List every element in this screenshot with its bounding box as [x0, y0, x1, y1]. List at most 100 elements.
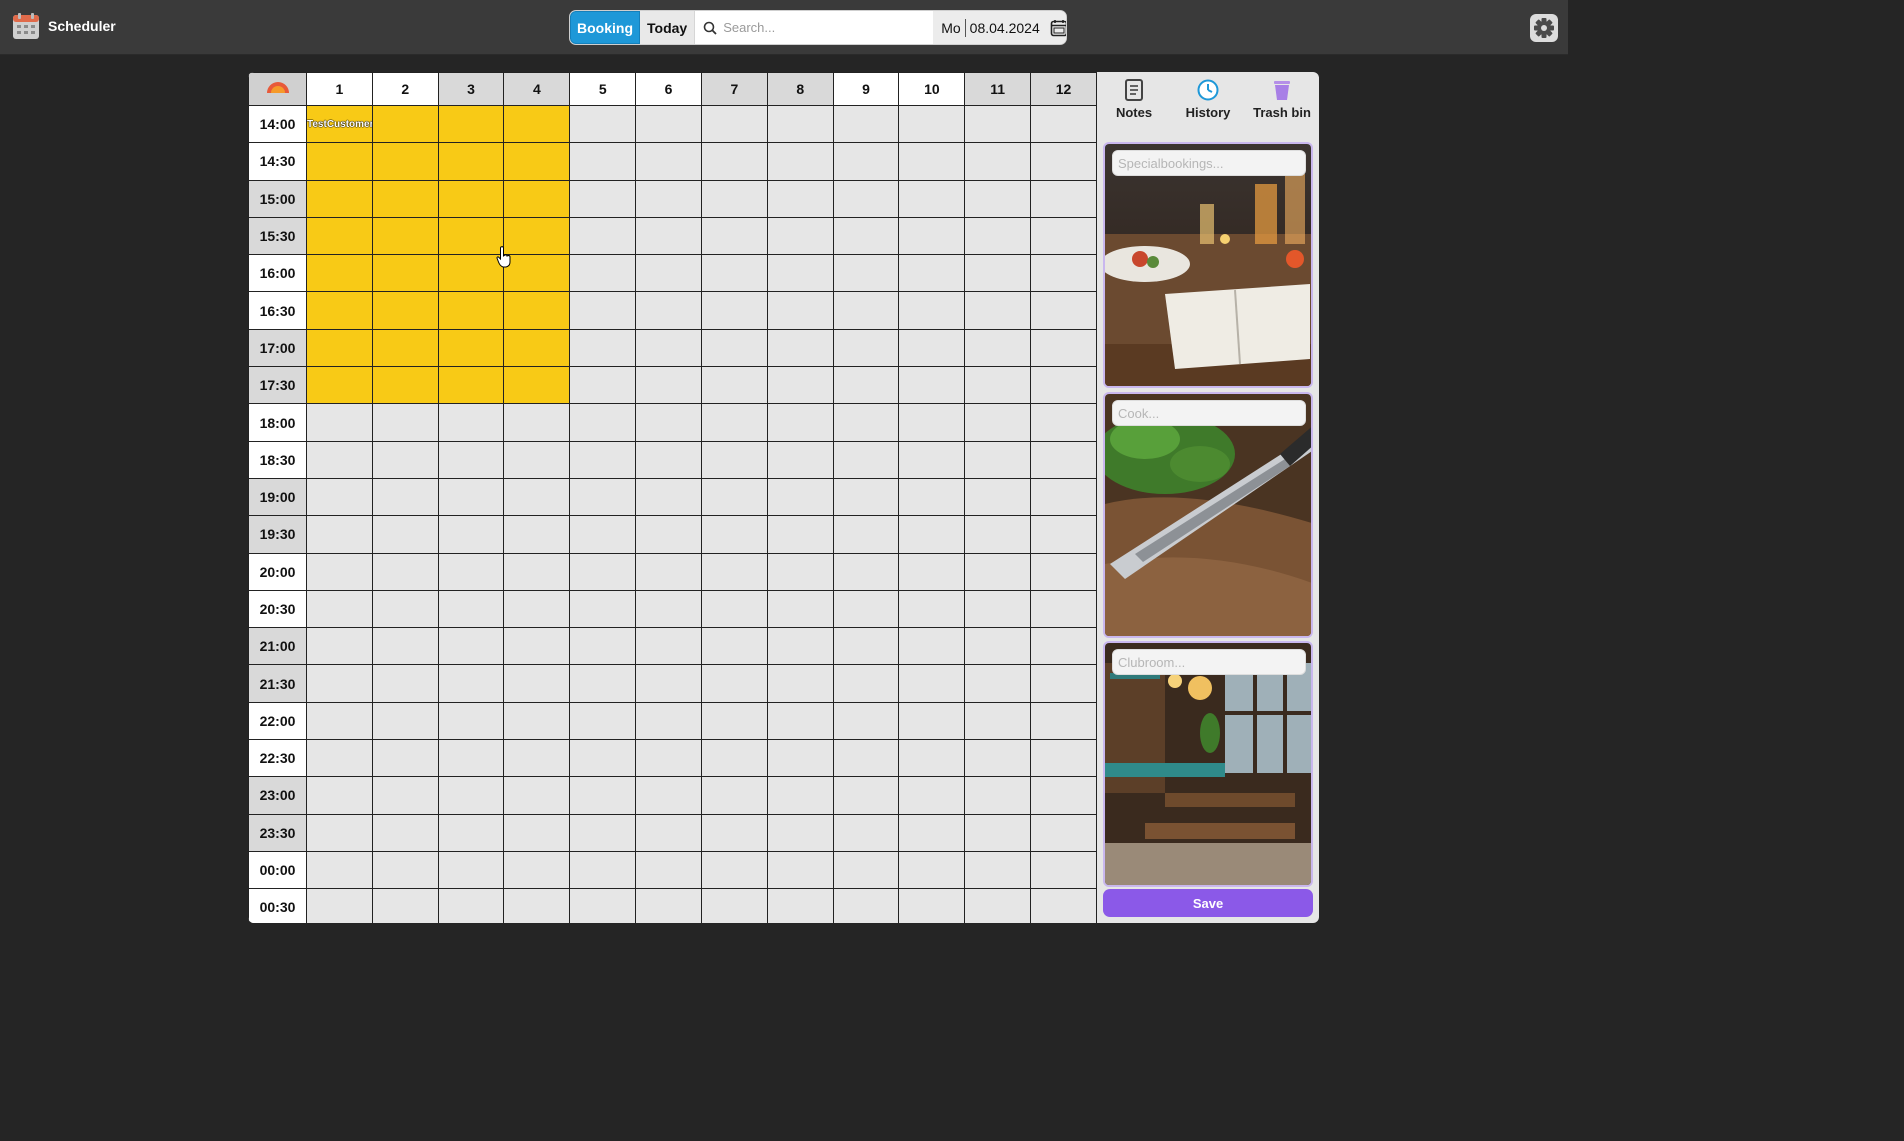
tab-trash-bin[interactable]: Trash bin — [1250, 78, 1314, 136]
slot-cell[interactable] — [437, 515, 505, 554]
slot-cell[interactable] — [569, 739, 637, 778]
slot-cell[interactable] — [503, 589, 571, 629]
slot-cell[interactable] — [700, 515, 768, 554]
slot-cell[interactable] — [635, 589, 702, 629]
calendar-icon[interactable] — [1050, 19, 1067, 37]
slot-cell[interactable] — [766, 888, 834, 923]
slot-cell[interactable] — [635, 552, 702, 591]
slot-cell[interactable] — [964, 440, 1032, 479]
slot-cell[interactable] — [371, 515, 439, 554]
slot-cell[interactable] — [766, 477, 834, 517]
slot-cell[interactable] — [635, 813, 702, 852]
slot-cell[interactable] — [964, 403, 1032, 442]
slot-cell[interactable] — [371, 701, 439, 741]
slot-cell[interactable] — [700, 701, 768, 741]
booked-slot-cell[interactable] — [371, 142, 439, 181]
slot-cell[interactable] — [503, 627, 571, 666]
slot-cell[interactable] — [306, 440, 373, 479]
slot-cell[interactable] — [832, 739, 900, 778]
slot-cell[interactable] — [635, 515, 702, 554]
slot-cell[interactable] — [635, 328, 702, 368]
slot-cell[interactable] — [964, 254, 1032, 293]
slot-cell[interactable] — [700, 664, 768, 703]
slot-cell[interactable] — [832, 776, 900, 815]
slot-cell[interactable] — [437, 403, 505, 442]
slot-cell[interactable] — [306, 888, 373, 923]
booked-slot-cell[interactable] — [437, 216, 505, 256]
slot-cell[interactable] — [898, 701, 966, 741]
slot-cell[interactable] — [306, 850, 373, 890]
slot-cell[interactable] — [569, 328, 637, 368]
slot-cell[interactable] — [1030, 403, 1097, 442]
slot-cell[interactable] — [635, 739, 702, 778]
slot-cell[interactable] — [766, 701, 834, 741]
slot-cell[interactable] — [898, 440, 966, 479]
slot-cell[interactable] — [700, 813, 768, 852]
slot-cell[interactable] — [766, 552, 834, 591]
slot-cell[interactable] — [1030, 366, 1097, 405]
slot-cell[interactable] — [371, 850, 439, 890]
slot-cell[interactable] — [964, 179, 1032, 218]
slot-cell[interactable] — [371, 739, 439, 778]
booking-button[interactable]: Booking — [570, 11, 640, 44]
slot-cell[interactable] — [1030, 813, 1097, 852]
slot-cell[interactable] — [766, 515, 834, 554]
slot-cell[interactable] — [766, 739, 834, 778]
slot-cell[interactable] — [306, 627, 373, 666]
slot-cell[interactable] — [964, 701, 1032, 741]
slot-cell[interactable] — [700, 254, 768, 293]
slot-cell[interactable] — [898, 515, 966, 554]
save-button[interactable]: Save — [1103, 889, 1313, 917]
booked-slot-cell[interactable] — [371, 366, 439, 405]
slot-cell[interactable] — [569, 440, 637, 479]
cook-input[interactable] — [1112, 400, 1306, 426]
slot-cell[interactable] — [898, 142, 966, 181]
slot-cell[interactable] — [832, 328, 900, 368]
slot-cell[interactable] — [898, 813, 966, 852]
slot-cell[interactable] — [569, 477, 637, 517]
slot-cell[interactable] — [700, 589, 768, 629]
slot-cell[interactable] — [700, 627, 768, 666]
slot-cell[interactable] — [437, 627, 505, 666]
slot-cell[interactable] — [371, 552, 439, 591]
slot-cell[interactable] — [832, 813, 900, 852]
slot-cell[interactable] — [766, 403, 834, 442]
slot-cell[interactable] — [766, 776, 834, 815]
slot-cell[interactable] — [964, 366, 1032, 405]
slot-cell[interactable] — [766, 589, 834, 629]
slot-cell[interactable] — [898, 366, 966, 405]
booked-slot-cell[interactable] — [503, 254, 571, 293]
slot-cell[interactable] — [503, 664, 571, 703]
booked-slot-cell[interactable] — [503, 328, 571, 368]
slot-cell[interactable] — [635, 142, 702, 181]
booked-slot-cell[interactable] — [437, 104, 505, 144]
slot-cell[interactable] — [437, 552, 505, 591]
booked-slot-cell[interactable] — [437, 291, 505, 330]
slot-cell[interactable] — [1030, 477, 1097, 517]
slot-cell[interactable] — [898, 552, 966, 591]
slot-cell[interactable] — [569, 850, 637, 890]
slot-cell[interactable] — [306, 739, 373, 778]
slot-cell[interactable] — [1030, 291, 1097, 330]
slot-cell[interactable] — [1030, 216, 1097, 256]
slot-cell[interactable] — [1030, 888, 1097, 923]
slot-cell[interactable] — [964, 627, 1032, 666]
slot-cell[interactable] — [700, 366, 768, 405]
slot-cell[interactable] — [306, 701, 373, 741]
booked-slot-cell[interactable] — [503, 104, 571, 144]
slot-cell[interactable] — [898, 104, 966, 144]
slot-cell[interactable] — [832, 515, 900, 554]
slot-cell[interactable] — [898, 627, 966, 666]
booked-slot-cell[interactable] — [306, 328, 373, 368]
slot-cell[interactable] — [569, 515, 637, 554]
booked-slot-cell[interactable] — [371, 179, 439, 218]
slot-cell[interactable] — [569, 813, 637, 852]
slot-cell[interactable] — [964, 888, 1032, 923]
slot-cell[interactable] — [766, 291, 834, 330]
slot-cell[interactable] — [832, 179, 900, 218]
date-picker[interactable]: Mo 08.04.2024 — [933, 11, 1067, 44]
slot-cell[interactable] — [832, 291, 900, 330]
slot-cell[interactable] — [503, 813, 571, 852]
booked-slot-cell[interactable] — [371, 216, 439, 256]
slot-cell[interactable] — [306, 664, 373, 703]
